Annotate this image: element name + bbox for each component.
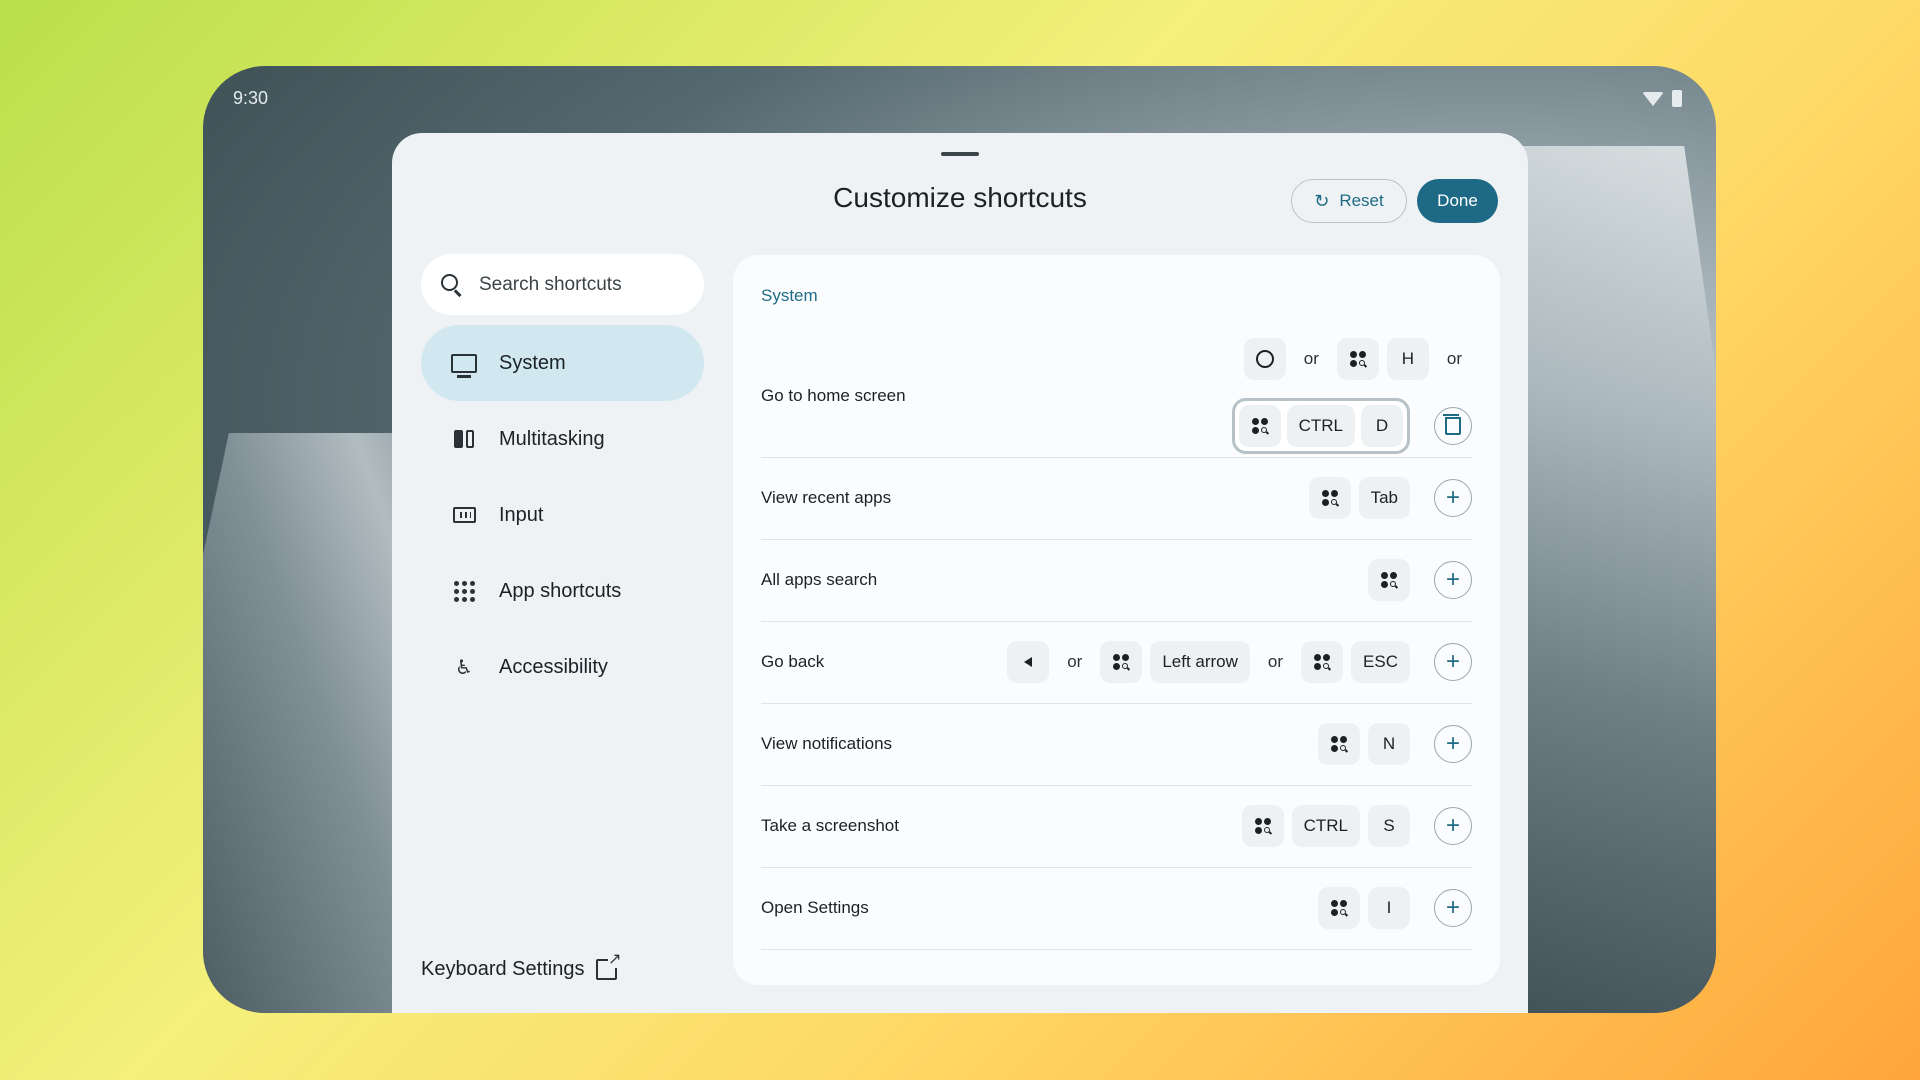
shortcut-row-all-apps-search: All apps search + [761,539,1472,622]
meta-icon [1331,900,1347,916]
sidebar-item-label: System [499,351,566,374]
selected-shortcut-group[interactable]: CTRL D [1231,398,1410,454]
key-esc[interactable]: ESC [1351,641,1410,683]
keyboard-settings-link[interactable]: Keyboard Settings [421,952,622,981]
plus-icon: + [1445,812,1460,839]
reset-button[interactable]: ↻ Reset [1291,179,1407,223]
add-shortcut-button[interactable]: + [1434,725,1472,763]
done-button[interactable]: Done [1417,179,1498,223]
shortcut-label: Open Settings [761,898,869,917]
open-in-new-icon [596,952,622,980]
meta-key[interactable] [1301,641,1344,683]
shortcut-label: View notifications [761,734,893,753]
add-shortcut-button[interactable]: + [1434,479,1472,517]
key-left-arrow[interactable]: Left arrow [1150,641,1250,683]
shortcut-label: Take a screenshot [761,816,899,835]
or-separator: or [1303,349,1319,368]
home-circle-icon [1255,350,1274,368]
key-h[interactable]: H [1386,338,1429,380]
accessibility-icon: ♿ [455,656,473,679]
keyboard-icon [451,502,477,528]
add-shortcut-button[interactable]: + [1434,643,1472,681]
sidebar-item-label: Input [499,503,544,526]
key-i[interactable]: I [1368,887,1410,929]
plus-icon: + [1445,648,1460,675]
search-icon [441,273,463,296]
shortcut-row-recent-apps: View recent apps Tab + [761,457,1472,540]
sidebar-item-app-shortcuts[interactable]: App shortcuts [421,553,704,629]
meta-key[interactable] [1318,723,1360,765]
back-icon [1024,657,1033,667]
shortcut-label: Go back [761,652,825,671]
sidebar-item-accessibility[interactable]: ♿ Accessibility [421,629,704,705]
trash-icon [1443,414,1461,435]
wifi-icon [1642,91,1664,106]
keyboard-settings-label: Keyboard Settings [421,958,585,980]
shortcut-row-home: Go to home screen or H or CTRL D [761,335,1472,458]
meta-icon [1314,654,1331,670]
shortcut-label: View recent apps [761,488,892,507]
customize-shortcuts-sheet: Customize shortcuts ↻ Reset Done System … [392,133,1528,1013]
sidebar-nav: System Multitasking Input App shortcuts … [421,325,704,705]
key-ctrl[interactable]: CTRL [1286,405,1355,447]
meta-key[interactable] [1238,405,1281,447]
meta-icon [1349,351,1366,367]
key-tab[interactable]: Tab [1358,477,1410,519]
sidebar-item-multitasking[interactable]: Multitasking [421,401,704,477]
shortcut-row-open-settings: Open Settings I + [761,867,1472,950]
back-key[interactable] [1007,641,1050,683]
drag-handle[interactable] [941,152,979,156]
plus-icon: + [1445,730,1460,757]
meta-key[interactable] [1336,338,1379,380]
status-icons [1642,90,1682,107]
add-shortcut-button[interactable]: + [1434,889,1472,927]
status-time: 9:30 [233,88,269,108]
sidebar-item-label: Multitasking [499,427,605,450]
shortcut-row-go-back: Go back or Left arrow or ESC + [761,621,1472,704]
key-s[interactable]: S [1368,805,1410,847]
meta-icon [1331,736,1347,752]
apps-grid-icon [451,578,477,604]
search-box[interactable] [421,254,704,315]
shortcut-label: Go to home screen [761,386,906,405]
sidebar-item-label: Accessibility [499,655,608,678]
home-key[interactable] [1243,338,1286,380]
or-separator: or [1267,652,1284,671]
or-separator: or [1446,349,1462,368]
meta-icon [1254,818,1271,834]
meta-icon [1251,418,1268,434]
delete-shortcut-button[interactable] [1434,407,1472,445]
refresh-icon: ↻ [1314,190,1330,211]
meta-key[interactable] [1318,887,1360,929]
shortcut-row-notifications: View notifications N + [761,703,1472,786]
plus-icon: + [1445,566,1460,593]
meta-icon [1113,654,1130,670]
sidebar-item-input[interactable]: Input [421,477,704,553]
meta-icon [1381,572,1397,588]
add-shortcut-button[interactable]: + [1434,561,1472,599]
split-screen-icon [451,426,477,452]
battery-icon [1672,90,1682,107]
search-input[interactable] [477,272,701,297]
meta-icon [1321,490,1338,506]
meta-key[interactable] [1241,805,1284,847]
meta-key[interactable] [1100,641,1143,683]
meta-key[interactable] [1308,477,1351,519]
plus-icon: + [1445,894,1460,921]
sidebar-item-label: App shortcuts [499,579,622,602]
plus-icon: + [1445,484,1460,511]
key-ctrl[interactable]: CTRL [1291,805,1360,847]
add-shortcut-button[interactable]: + [1434,807,1472,845]
monitor-icon [451,350,477,378]
shortcut-label: All apps search [761,570,878,589]
sidebar-item-system[interactable]: System [421,325,704,401]
reset-label: Reset [1339,191,1384,210]
shortcut-row-screenshot: Take a screenshot CTRL S + [761,785,1472,868]
or-separator: or [1067,652,1083,671]
shortcuts-panel: System Go to home screen or H or CTRL D [733,255,1500,985]
section-title: System [761,286,818,305]
key-d[interactable]: D [1361,405,1403,447]
meta-key[interactable] [1368,559,1410,601]
key-n[interactable]: N [1368,723,1410,765]
